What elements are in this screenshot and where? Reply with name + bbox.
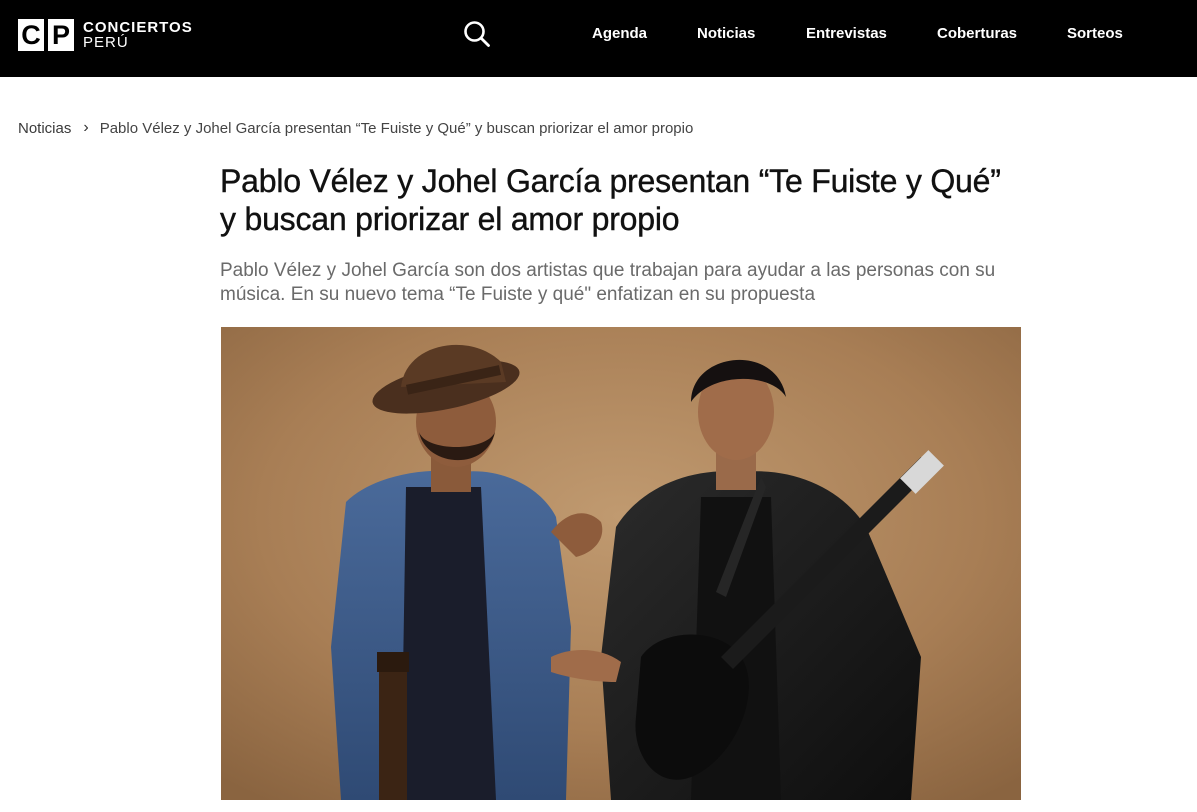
logo-line-conciertos: CONCIERTOS — [83, 18, 193, 36]
search-button[interactable] — [462, 19, 492, 49]
logo-letter-p: P — [48, 19, 74, 51]
logo-wordmark: CONCIERTOS PERÚ — [83, 20, 193, 51]
site-header: C P CONCIERTOS PERÚ Agenda Noticias Entr… — [0, 0, 1197, 77]
nav-item-sorteos[interactable]: Sorteos — [1067, 25, 1123, 43]
breadcrumb-link-noticias[interactable]: Noticias — [18, 120, 71, 137]
site-logo[interactable]: C P CONCIERTOS PERÚ — [18, 18, 193, 52]
breadcrumb-current: Pablo Vélez y Johel García presentan “Te… — [99, 119, 694, 137]
logo-line-peru: PERÚ — [83, 33, 129, 51]
chevron-right-icon: › — [83, 119, 89, 136]
logo-letter-c: C — [18, 19, 44, 51]
search-icon — [464, 21, 490, 47]
nav-item-agenda[interactable]: Agenda — [592, 25, 647, 43]
article-title: Pablo Vélez y Johel García presentan “Te… — [220, 163, 1001, 237]
nav-item-coberturas[interactable]: Coberturas — [937, 25, 1017, 43]
breadcrumb: Noticias › Pablo Vélez y Johel García pr… — [18, 119, 693, 137]
article-summary: Pablo Vélez y Johel García son dos artis… — [220, 260, 996, 305]
nav-item-noticias[interactable]: Noticias — [697, 25, 755, 43]
article-hero-image — [221, 327, 1021, 800]
musicians-photo — [221, 327, 1021, 800]
nav-item-entrevistas[interactable]: Entrevistas — [806, 25, 887, 43]
